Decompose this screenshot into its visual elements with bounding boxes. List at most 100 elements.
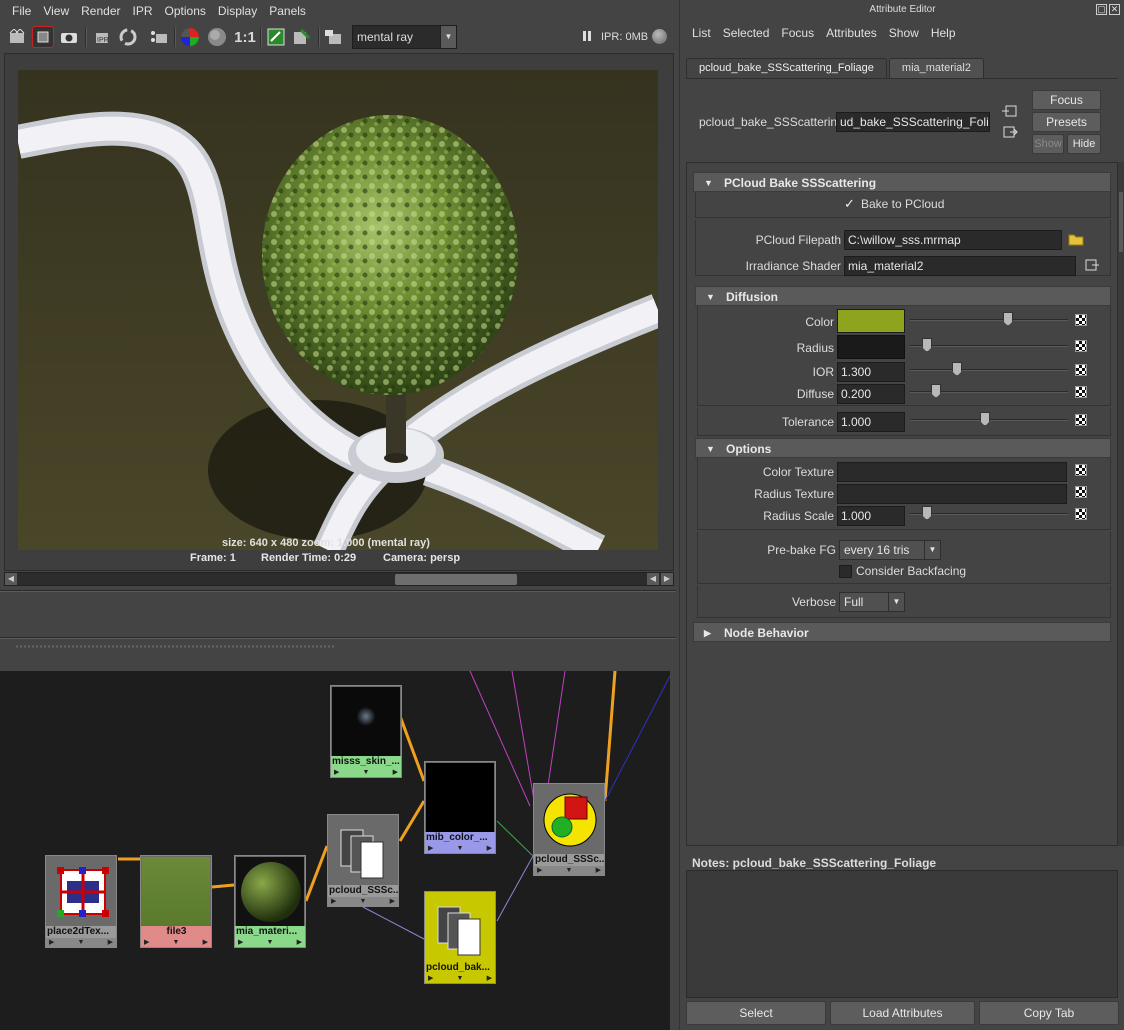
node-ports[interactable]: ▶ ▼ ▶	[425, 974, 495, 983]
rgb-channel-icon[interactable]	[179, 26, 201, 48]
alpha-channel-icon[interactable]	[206, 26, 228, 48]
node-ports[interactable]: ▶ ▼ ▶	[235, 938, 305, 947]
node-ports[interactable]: ▶ ▼ ▶	[425, 844, 495, 853]
node-pcloud-sss[interactable]: pcloud_SSSc... ▶ ▼ ▶	[327, 814, 399, 907]
restore-icon[interactable]: ▢	[1096, 4, 1107, 15]
node-pcloud-bake[interactable]: pcloud_bak... ▶ ▼ ▶	[424, 891, 496, 984]
keep-image-icon[interactable]	[265, 26, 287, 48]
render-settings-icon[interactable]	[148, 26, 170, 48]
section-pcloud-bake[interactable]: ▼ PCloud Bake SSScattering	[693, 172, 1111, 192]
menu-ipr[interactable]: IPR	[127, 4, 159, 18]
node-ports[interactable]: ▶ ▼ ▶	[46, 938, 116, 947]
ior-field[interactable]: 1.300	[837, 362, 905, 382]
consider-backfacing-checkbox[interactable]	[839, 565, 852, 578]
map-texture-icon[interactable]	[1075, 486, 1087, 498]
menu-panels[interactable]: Panels	[263, 4, 312, 18]
snapshot-icon[interactable]	[58, 26, 80, 48]
node-file3[interactable]: file3 ▶ ▼ ▶	[140, 855, 212, 948]
node-place2dtexture[interactable]: place2dTex... ▶ ▼ ▶	[45, 855, 117, 948]
copy-tab-button[interactable]: Copy Tab	[979, 1001, 1119, 1025]
tab-mia-material2[interactable]: mia_material2	[888, 58, 984, 79]
ior-slider-knob[interactable]	[952, 362, 962, 376]
scroll-right-icon[interactable]: ▶	[661, 573, 673, 585]
node-ports[interactable]: ▶ ▼ ▶	[141, 938, 211, 947]
color-swatch[interactable]	[837, 309, 905, 333]
node-ports[interactable]: ▶ ▼ ▶	[328, 897, 398, 906]
map-texture-icon[interactable]	[1075, 314, 1087, 326]
color-slider-knob[interactable]	[1003, 312, 1013, 326]
notes-textarea[interactable]	[686, 870, 1118, 998]
render-region-icon[interactable]	[32, 26, 54, 48]
radius-texture-field[interactable]	[837, 484, 1067, 504]
scroll-left-end-icon[interactable]: ◀	[647, 573, 659, 585]
ior-slider[interactable]	[910, 369, 1068, 371]
remove-image-icon[interactable]	[291, 26, 313, 48]
filepath-field[interactable]: C:\willow_sss.mrmap	[844, 230, 1062, 250]
tolerance-field[interactable]: 1.000	[837, 412, 905, 432]
menu-file[interactable]: File	[6, 4, 37, 18]
bake-to-pcloud-checkbox[interactable]: ✓	[843, 197, 856, 211]
irradiance-shader-field[interactable]: mia_material2	[844, 256, 1076, 276]
hypershade-graph[interactable]: place2dTex... ▶ ▼ ▶ file3 ▶ ▼ ▶ mia_materi..…	[0, 671, 670, 1030]
output-connection-icon[interactable]	[1002, 125, 1018, 139]
radius-slider-knob[interactable]	[922, 338, 932, 352]
select-button[interactable]: Select	[686, 1001, 826, 1025]
scroll-thumb[interactable]	[1119, 192, 1123, 252]
diffuse-field[interactable]: 0.200	[837, 384, 905, 404]
close-icon[interactable]: ✕	[1109, 4, 1120, 15]
menu-display[interactable]: Display	[212, 4, 263, 18]
scroll-left-icon[interactable]: ◀	[5, 573, 17, 585]
section-diffusion[interactable]: ▼ Diffusion	[695, 286, 1111, 306]
hide-button[interactable]: Hide	[1067, 134, 1101, 154]
menu-focus[interactable]: Focus	[775, 26, 820, 40]
attribute-scroll-area[interactable]: ▼ PCloud Bake SSScattering ✓ Bake to PCl…	[686, 162, 1118, 846]
map-texture-icon[interactable]	[1075, 414, 1087, 426]
color-texture-field[interactable]	[837, 462, 1067, 482]
menu-list[interactable]: List	[686, 26, 717, 40]
radius-scale-slider[interactable]	[910, 513, 1068, 515]
menu-options[interactable]: Options	[159, 4, 212, 18]
map-texture-icon[interactable]	[1075, 464, 1087, 476]
radius-slider[interactable]	[910, 345, 1068, 347]
horizontal-scrollbar[interactable]: ◀ ◀ ▶	[4, 572, 674, 586]
vertical-scrollbar[interactable]	[1118, 162, 1124, 846]
pause-ipr-icon[interactable]	[582, 30, 594, 42]
diffuse-slider-knob[interactable]	[931, 384, 941, 398]
menu-selected[interactable]: Selected	[717, 26, 776, 40]
input-connection-icon[interactable]	[1002, 104, 1018, 118]
folder-icon[interactable]	[1068, 232, 1084, 249]
ipr-render-icon[interactable]: IPR	[91, 26, 113, 48]
section-node-behavior[interactable]: ▶ Node Behavior	[693, 622, 1111, 642]
radius-swatch[interactable]	[837, 335, 905, 359]
redo-render-icon[interactable]	[6, 26, 28, 48]
tab-pcloud-bake[interactable]: pcloud_bake_SSScattering_Foliage	[686, 58, 887, 79]
node-ports[interactable]: ▶ ▼ ▶	[534, 866, 604, 875]
real-size-button[interactable]: 1:1	[232, 26, 258, 48]
menu-render[interactable]: Render	[75, 4, 126, 18]
prebake-fg-dropdown[interactable]: every 16 tris ▼	[839, 540, 941, 560]
radius-scale-slider-knob[interactable]	[922, 506, 932, 520]
refresh-icon[interactable]	[117, 26, 139, 48]
display-settings-icon[interactable]	[322, 26, 344, 48]
node-mia-material[interactable]: mia_materi... ▶ ▼ ▶	[234, 855, 306, 948]
show-button[interactable]: Show	[1032, 134, 1064, 154]
rendered-image[interactable]	[18, 70, 658, 550]
map-texture-icon[interactable]	[1075, 364, 1087, 376]
verbose-dropdown[interactable]: Full ▼	[839, 592, 905, 612]
node-misss-skin[interactable]: misss_skin_... ▶ ▼ ▶	[330, 685, 402, 778]
radius-scale-field[interactable]: 1.000	[837, 506, 905, 526]
tolerance-slider-knob[interactable]	[980, 412, 990, 426]
map-texture-icon[interactable]	[1075, 508, 1087, 520]
menu-view[interactable]: View	[37, 4, 75, 18]
color-slider[interactable]	[910, 319, 1068, 321]
map-texture-icon[interactable]	[1075, 340, 1087, 352]
node-ports[interactable]: ▶ ▼ ▶	[331, 768, 401, 777]
focus-button[interactable]: Focus	[1032, 90, 1101, 110]
node-mib-color[interactable]: mib_color_... ▶ ▼ ▶	[424, 761, 496, 854]
drag-handle[interactable]	[15, 645, 335, 648]
map-texture-icon[interactable]	[1075, 386, 1087, 398]
node-name-field[interactable]: ud_bake_SSScattering_Foliage	[836, 112, 990, 132]
menu-help[interactable]: Help	[925, 26, 962, 40]
scroll-thumb[interactable]	[395, 574, 517, 585]
menu-show[interactable]: Show	[883, 26, 925, 40]
